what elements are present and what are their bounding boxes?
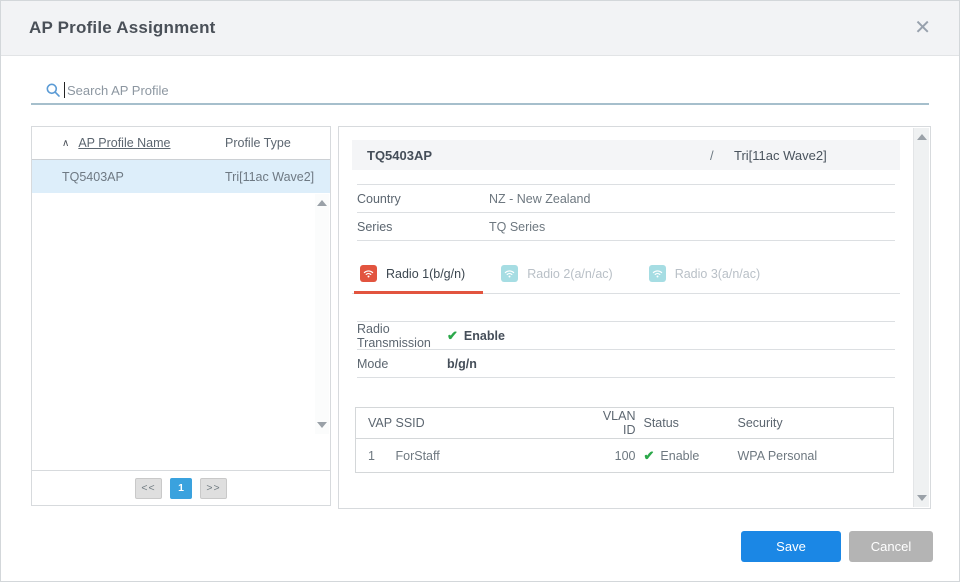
radio-transmission-value: Enable (464, 329, 505, 343)
security-cell: WPA Personal (734, 439, 894, 473)
vap-column-header: VAP (356, 408, 396, 439)
radio-settings: Radio Transmission ✔ Enable Mode b/g/n (357, 321, 895, 378)
vap-cell: 1 (356, 439, 396, 473)
profile-type-cell: Tri[11ac Wave2] (225, 170, 314, 184)
profile-detail-content: TQ5403AP / Tri[11ac Wave2] Country NZ - … (339, 127, 913, 508)
wifi-icon (649, 265, 666, 282)
check-icon: ✔ (447, 328, 458, 344)
sort-asc-icon: ∧ (62, 138, 69, 149)
cancel-button[interactable]: Cancel (849, 531, 933, 562)
list-header-row: ∧ AP Profile Name Profile Type (32, 127, 330, 160)
table-row[interactable]: TQ5403AP Tri[11ac Wave2] (32, 160, 330, 193)
close-icon[interactable]: ✕ (914, 18, 931, 38)
wifi-icon (501, 265, 518, 282)
tab-radio-3-label: Radio 3(a/n/ac) (675, 267, 760, 281)
detail-profile-type: Tri[11ac Wave2] (734, 148, 827, 163)
search-input[interactable] (67, 83, 929, 98)
vap-table: VAP SSID VLAN ID Status Security 1 ForSt… (355, 407, 894, 473)
country-row: Country NZ - New Zealand (357, 185, 895, 213)
list-scrollbar[interactable] (315, 194, 329, 434)
ap-profile-list-panel: ∧ AP Profile Name Profile Type TQ5403AP … (31, 126, 331, 506)
profile-detail-panel: TQ5403AP / Tri[11ac Wave2] Country NZ - … (338, 126, 931, 509)
tab-radio-2-label: Radio 2(a/n/ac) (527, 267, 612, 281)
vlan-cell: 100 (588, 439, 636, 473)
radio-transmission-row: Radio Transmission ✔ Enable (357, 322, 895, 350)
tab-radio-1-label: Radio 1(b/g/n) (386, 267, 465, 281)
ap-profile-assignment-dialog: AP Profile Assignment ✕ ∧ AP Profile Nam… (0, 0, 960, 582)
series-label: Series (357, 220, 489, 234)
wifi-icon (360, 265, 377, 282)
page-title: AP Profile Assignment (29, 18, 216, 38)
status-column-header: Status (636, 408, 734, 439)
ssid-cell: ForStaff (396, 439, 588, 473)
mode-value: b/g/n (447, 357, 477, 371)
pagination-last-button[interactable]: >> (200, 478, 227, 499)
column-header-profile-type: Profile Type (225, 136, 291, 150)
vap-table-header-row: VAP SSID VLAN ID Status Security (356, 408, 894, 439)
detail-scrollbar[interactable] (913, 128, 929, 507)
dialog-header: AP Profile Assignment ✕ (1, 1, 959, 56)
mode-label: Mode (357, 357, 447, 371)
tab-radio-3[interactable]: Radio 3(a/n/ac) (643, 263, 778, 294)
search-bar (31, 77, 929, 105)
scroll-down-icon[interactable] (917, 495, 927, 501)
column-header-ap-profile-name[interactable]: AP Profile Name (78, 136, 170, 150)
scroll-up-icon[interactable] (917, 134, 927, 140)
save-button[interactable]: Save (741, 531, 841, 562)
radio-tabs: Radio 1(b/g/n) Radio 2(a/n/ac) (352, 263, 900, 294)
tab-radio-1[interactable]: Radio 1(b/g/n) (354, 263, 483, 294)
security-column-header: Security (734, 408, 894, 439)
tab-radio-2[interactable]: Radio 2(a/n/ac) (495, 263, 630, 294)
title-separator: / (710, 148, 714, 163)
scroll-up-icon[interactable] (317, 200, 327, 206)
country-value: NZ - New Zealand (489, 192, 590, 206)
pagination-page-1-button[interactable]: 1 (170, 478, 192, 499)
mode-row: Mode b/g/n (357, 350, 895, 378)
scroll-down-icon[interactable] (317, 422, 327, 428)
status-text: Enable (660, 449, 699, 463)
profile-list-body: TQ5403AP Tri[11ac Wave2] (32, 160, 330, 470)
detail-title-bar: TQ5403AP / Tri[11ac Wave2] (352, 140, 900, 170)
profile-name-cell: TQ5403AP (62, 170, 124, 184)
search-icon (45, 82, 61, 98)
pagination-first-button[interactable]: << (135, 478, 162, 499)
text-cursor (64, 82, 65, 98)
series-row: Series TQ Series (357, 213, 895, 241)
detail-profile-name: TQ5403AP (367, 148, 432, 163)
check-icon: ✔ (644, 448, 655, 463)
radio-transmission-label: Radio Transmission (357, 322, 447, 350)
series-value: TQ Series (489, 220, 545, 234)
general-fields: Country NZ - New Zealand Series TQ Serie… (357, 184, 895, 241)
table-row: 1 ForStaff 100 ✔ Enable WPA Personal (356, 439, 894, 473)
status-cell: ✔ Enable (636, 439, 734, 473)
vlan-column-header: VLAN ID (588, 408, 636, 439)
country-label: Country (357, 192, 489, 206)
ssid-column-header: SSID (396, 408, 588, 439)
pagination: << 1 >> (32, 470, 330, 505)
